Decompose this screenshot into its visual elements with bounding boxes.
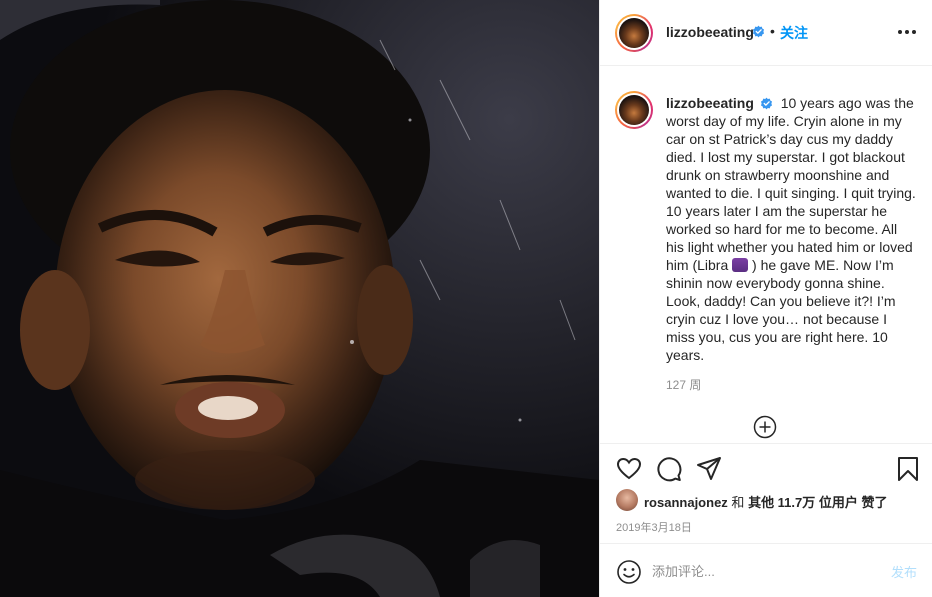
- plus-circle-icon[interactable]: [753, 415, 777, 439]
- woman-emoji-icon: [732, 258, 749, 272]
- portrait-image: [0, 0, 599, 597]
- caption-text: 10 years ago was the worst day of my lif…: [666, 95, 916, 273]
- liker-avatar[interactable]: [616, 489, 638, 511]
- more-options-icon[interactable]: [897, 24, 917, 40]
- smiley-icon[interactable]: [616, 559, 642, 585]
- add-comment-bar: 发布: [600, 543, 932, 597]
- post-comment-button[interactable]: 发布: [891, 562, 917, 581]
- author-avatar[interactable]: [615, 14, 653, 52]
- likes-and: 和: [731, 495, 745, 510]
- comment-input[interactable]: [652, 560, 872, 582]
- post-caption: lizzobeeating 10 years ago was the worst…: [666, 94, 918, 364]
- post-actions-bar: [600, 443, 932, 493]
- post-date[interactable]: 2019年3月18日: [616, 519, 692, 535]
- post-side-panel: lizzobeeating • 关注 lizzobeeating 10 year…: [599, 0, 932, 597]
- caption-time-ago[interactable]: 127 周: [666, 376, 701, 393]
- paper-plane-icon[interactable]: [696, 456, 722, 482]
- bookmark-icon[interactable]: [895, 456, 921, 482]
- follow-button[interactable]: 关注: [780, 23, 808, 43]
- likes-others-count[interactable]: 其他 11.7万 位用户: [748, 495, 858, 510]
- comments-section: lizzobeeating 10 years ago was the worst…: [600, 67, 932, 442]
- verified-badge-icon: [752, 25, 765, 38]
- comment-bubble-icon[interactable]: [656, 456, 682, 482]
- caption-username[interactable]: lizzobeeating: [666, 95, 754, 111]
- likes-summary: rosannajonez 和 其他 11.7万 位用户 赞了: [644, 492, 888, 511]
- verified-badge-icon: [760, 97, 772, 110]
- post-header: lizzobeeating • 关注: [600, 0, 932, 66]
- liker-username[interactable]: rosannajonez: [644, 495, 728, 510]
- caption-author-avatar[interactable]: [615, 91, 653, 129]
- author-username[interactable]: lizzobeeating: [666, 24, 754, 40]
- likes-suffix: 赞了: [861, 495, 888, 510]
- heart-icon[interactable]: [616, 456, 642, 482]
- post-photo: [0, 0, 599, 597]
- header-separator: •: [770, 23, 775, 39]
